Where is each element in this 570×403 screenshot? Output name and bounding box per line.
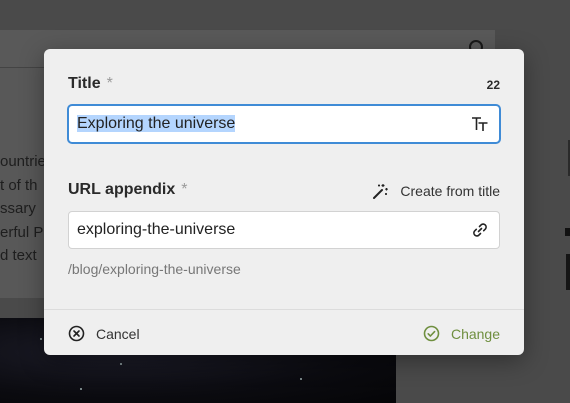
title-character-counter: 22 <box>486 78 500 92</box>
dialog-footer: Cancel Change <box>44 309 524 355</box>
background-sidebar-element <box>565 228 570 236</box>
background-text-line: t of th <box>0 176 38 194</box>
change-label: Change <box>450 325 500 342</box>
create-from-title-button[interactable]: Create from title <box>372 181 500 201</box>
title-input-value[interactable]: Exploring the universe <box>77 115 236 133</box>
url-label-text: URL appendix <box>68 181 176 198</box>
background-text-line: ountrie <box>0 153 46 170</box>
title-label-text: Title <box>68 75 101 92</box>
required-marker: * <box>181 181 188 198</box>
background-text: ountrie t of th ssary erful P d text <box>0 150 46 268</box>
text-format-icon[interactable] <box>471 115 489 133</box>
change-button[interactable]: Change <box>423 325 500 342</box>
url-appendix-value[interactable]: exploring-the-universe <box>77 221 235 239</box>
close-circle-icon <box>68 325 85 342</box>
magic-wand-icon <box>373 183 389 199</box>
title-input-selection: Exploring the universe <box>77 115 236 132</box>
url-field-label: URL appendix * <box>68 181 188 199</box>
required-marker: * <box>106 75 113 92</box>
url-path-preview: /blog/exploring-the-universe <box>68 261 241 277</box>
background-sidebar-element <box>566 254 570 290</box>
background-text-line: ssary <box>0 200 36 217</box>
background-text-line: erful P <box>0 223 44 241</box>
create-from-title-label: Create from title <box>400 183 500 199</box>
title-input[interactable]: Exploring the universe <box>68 105 500 143</box>
link-icon[interactable] <box>471 221 489 239</box>
edit-title-dialog: Title * 22 Exploring the universe URL app… <box>44 49 524 355</box>
check-circle-icon <box>423 325 440 342</box>
url-appendix-input[interactable]: exploring-the-universe <box>68 211 500 249</box>
background-text-line: d text <box>0 247 37 264</box>
cancel-button[interactable]: Cancel <box>68 325 140 342</box>
title-field-label: Title * <box>68 75 113 93</box>
cancel-label: Cancel <box>96 325 140 342</box>
